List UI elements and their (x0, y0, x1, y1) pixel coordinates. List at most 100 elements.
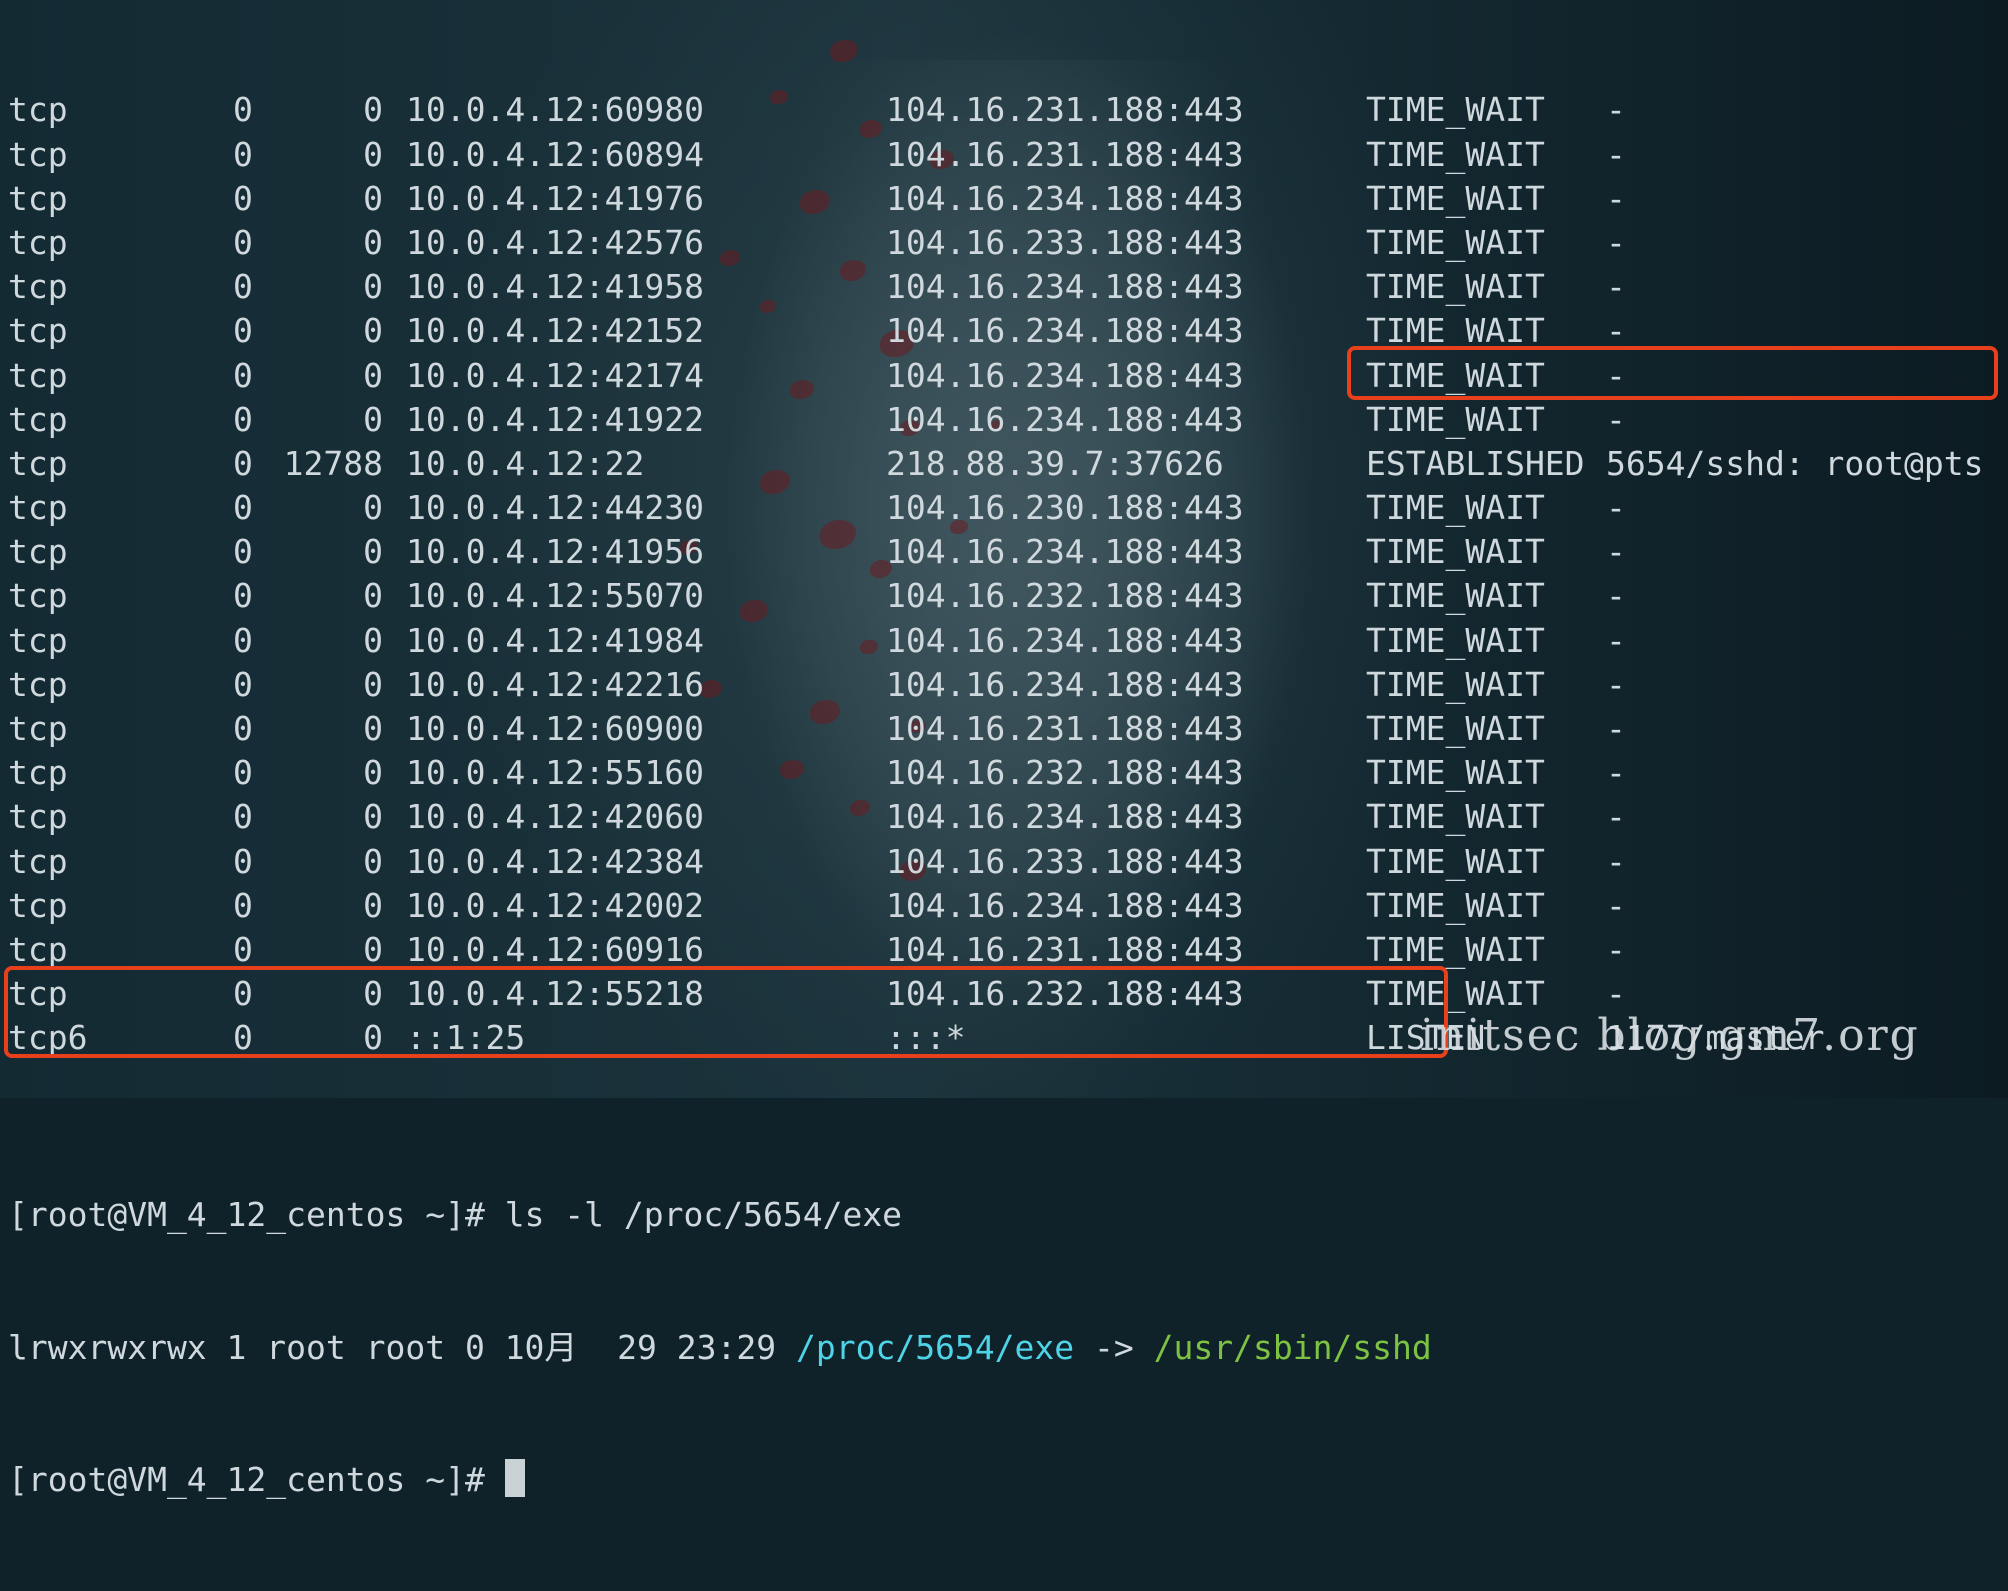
local-address: 10.0.4.12:42152 (406, 311, 705, 351)
netstat-row: 0 tcp 0 10.0.4.12:60894 104.16.231.188:443 TI… (8, 133, 1998, 177)
send-q: 0 (363, 709, 383, 749)
proto: tcp (8, 709, 68, 749)
proto: tcp (8, 488, 68, 528)
netstat-row: 0 tcp 0 10.0.4.12:42060 104.16.234.188:443 TI… (8, 795, 1998, 839)
pid-program: 5654/sshd: root@pts (1606, 443, 1984, 483)
netstat-row: 0 tcp 12788 10.0.4.12:22 218.88.39.7:37626 ES… (8, 442, 1998, 486)
pid-program: - (1606, 709, 1626, 749)
foreign-address: 104.16.234.188:443 (886, 620, 1244, 660)
local-address: 10.0.4.12:41958 (406, 267, 705, 307)
terminal-output[interactable]: 0 tcp 0 10.0.4.12:60980 104.16.231.188:443 TI… (8, 0, 1998, 1547)
state: TIME_WAIT (1366, 620, 1545, 660)
state: TIME_WAIT (1366, 753, 1545, 793)
proto: tcp (8, 620, 68, 660)
foreign-address: 104.16.231.188:443 (886, 134, 1244, 174)
proto: tcp (8, 443, 68, 483)
local-address: 10.0.4.12:41956 (406, 532, 705, 572)
foreign-address: 104.16.234.188:443 (886, 267, 1244, 307)
final-prompt: [root@VM_4_12_centos ~]# (8, 1460, 505, 1500)
state: TIME_WAIT (1366, 134, 1545, 174)
local-address: 10.0.4.12:22 (406, 443, 645, 483)
pid-program: - (1606, 841, 1626, 881)
terminal-cursor[interactable] (504, 1459, 525, 1498)
proto: tcp (8, 90, 68, 130)
send-q: 0 (363, 90, 383, 130)
netstat-row: 0 tcp 0 10.0.4.12:41984 104.16.234.188:443 TI… (8, 619, 1998, 663)
send-q: 0 (363, 355, 383, 395)
netstat-row: 0 tcp 0 10.0.4.12:41956 104.16.234.188:443 TI… (8, 530, 1998, 574)
send-q: 0 (363, 134, 383, 174)
foreign-address: 104.16.234.188:443 (886, 178, 1244, 218)
local-address: 10.0.4.12:55070 (406, 576, 705, 616)
netstat-row: 0 tcp 0 10.0.4.12:44230 104.16.230.188:443 TI… (8, 486, 1998, 530)
local-address: 10.0.4.12:42384 (406, 841, 705, 881)
state: TIME_WAIT (1366, 797, 1545, 837)
send-q: 0 (363, 222, 383, 262)
netstat-row: 0 tcp 0 10.0.4.12:41922 104.16.234.188:443 TI… (8, 398, 1998, 442)
final-prompt-line: [root@VM_4_12_centos ~]# (8, 1458, 1998, 1502)
foreign-address: 218.88.39.7:37626 (886, 443, 1224, 483)
local-address: 10.0.4.12:60980 (406, 90, 705, 130)
netstat-row: 0 tcp 0 10.0.4.12:55160 104.16.232.188:443 TI… (8, 751, 1998, 795)
send-q: 0 (363, 576, 383, 616)
pid-program: - (1606, 753, 1626, 793)
state: TIME_WAIT (1366, 488, 1545, 528)
local-address: 10.0.4.12:42216 (406, 664, 705, 704)
state: TIME_WAIT (1366, 664, 1545, 704)
pid-program: - (1606, 134, 1626, 174)
proto: tcp (8, 399, 68, 439)
state: TIME_WAIT (1366, 222, 1545, 262)
pid-program: - (1606, 664, 1626, 704)
symlink-path: /proc/5654/exe (795, 1327, 1075, 1367)
netstat-row: 0 tcp 0 10.0.4.12:42384 104.16.233.188:443 TI… (8, 840, 1998, 884)
state: TIME_WAIT (1366, 178, 1545, 218)
foreign-address: 104.16.234.188:443 (886, 885, 1244, 925)
ls-perms: lrwxrwxrwx 1 root root 0 10月 29 23:29 (8, 1327, 796, 1367)
foreign-address: 104.16.234.188:443 (886, 311, 1244, 351)
local-address: 10.0.4.12:41976 (406, 178, 705, 218)
pid-program: - (1606, 885, 1626, 925)
foreign-address: 104.16.234.188:443 (886, 664, 1244, 704)
local-address: 10.0.4.12:42002 (406, 885, 705, 925)
pid-program: - (1606, 797, 1626, 837)
proto: tcp (8, 134, 68, 174)
proto: tcp (8, 841, 68, 881)
netstat-row: 0 tcp 0 10.0.4.12:60900 104.16.231.188:443 TI… (8, 707, 1998, 751)
proto: tcp (8, 885, 68, 925)
state: TIME_WAIT (1366, 267, 1545, 307)
pid-program: - (1606, 576, 1626, 616)
local-address: 10.0.4.12:55160 (406, 753, 705, 793)
send-q: 0 (363, 178, 383, 218)
foreign-address: 104.16.232.188:443 (886, 576, 1244, 616)
foreign-address: 104.16.233.188:443 (886, 841, 1244, 881)
state: TIME_WAIT (1366, 841, 1545, 881)
proto: tcp (8, 576, 68, 616)
state: TIME_WAIT (1366, 709, 1545, 749)
state: TIME_WAIT (1366, 885, 1545, 925)
foreign-address: 104.16.232.188:443 (886, 753, 1244, 793)
proto: tcp (8, 355, 68, 395)
send-q: 0 (363, 885, 383, 925)
local-address: 10.0.4.12:60900 (406, 709, 705, 749)
foreign-address: 104.16.234.188:443 (886, 797, 1244, 837)
pid-program: - (1606, 90, 1626, 130)
foreign-address: 104.16.230.188:443 (886, 488, 1244, 528)
send-q: 0 (363, 267, 383, 307)
foreign-address: 104.16.231.188:443 (886, 90, 1244, 130)
state: TIME_WAIT (1366, 90, 1545, 130)
proto: tcp (8, 753, 68, 793)
send-q: 0 (363, 753, 383, 793)
proto: tcp (8, 267, 68, 307)
foreign-address: 104.16.233.188:443 (886, 222, 1244, 262)
proto: tcp (8, 222, 68, 262)
foreign-address: 104.16.234.188:443 (886, 399, 1244, 439)
local-address: 10.0.4.12:42174 (406, 355, 705, 395)
pid-program: - (1606, 399, 1626, 439)
send-q: 0 (363, 532, 383, 572)
symlink-target: /usr/sbin/sshd (1153, 1327, 1432, 1367)
local-address: 10.0.4.12:44230 (406, 488, 705, 528)
pid-program: - (1606, 929, 1626, 969)
proto: tcp (8, 664, 68, 704)
prompt: [root@VM_4_12_centos ~]# (8, 1195, 485, 1235)
command-text: ls -l /proc/5654/exe (484, 1195, 903, 1235)
